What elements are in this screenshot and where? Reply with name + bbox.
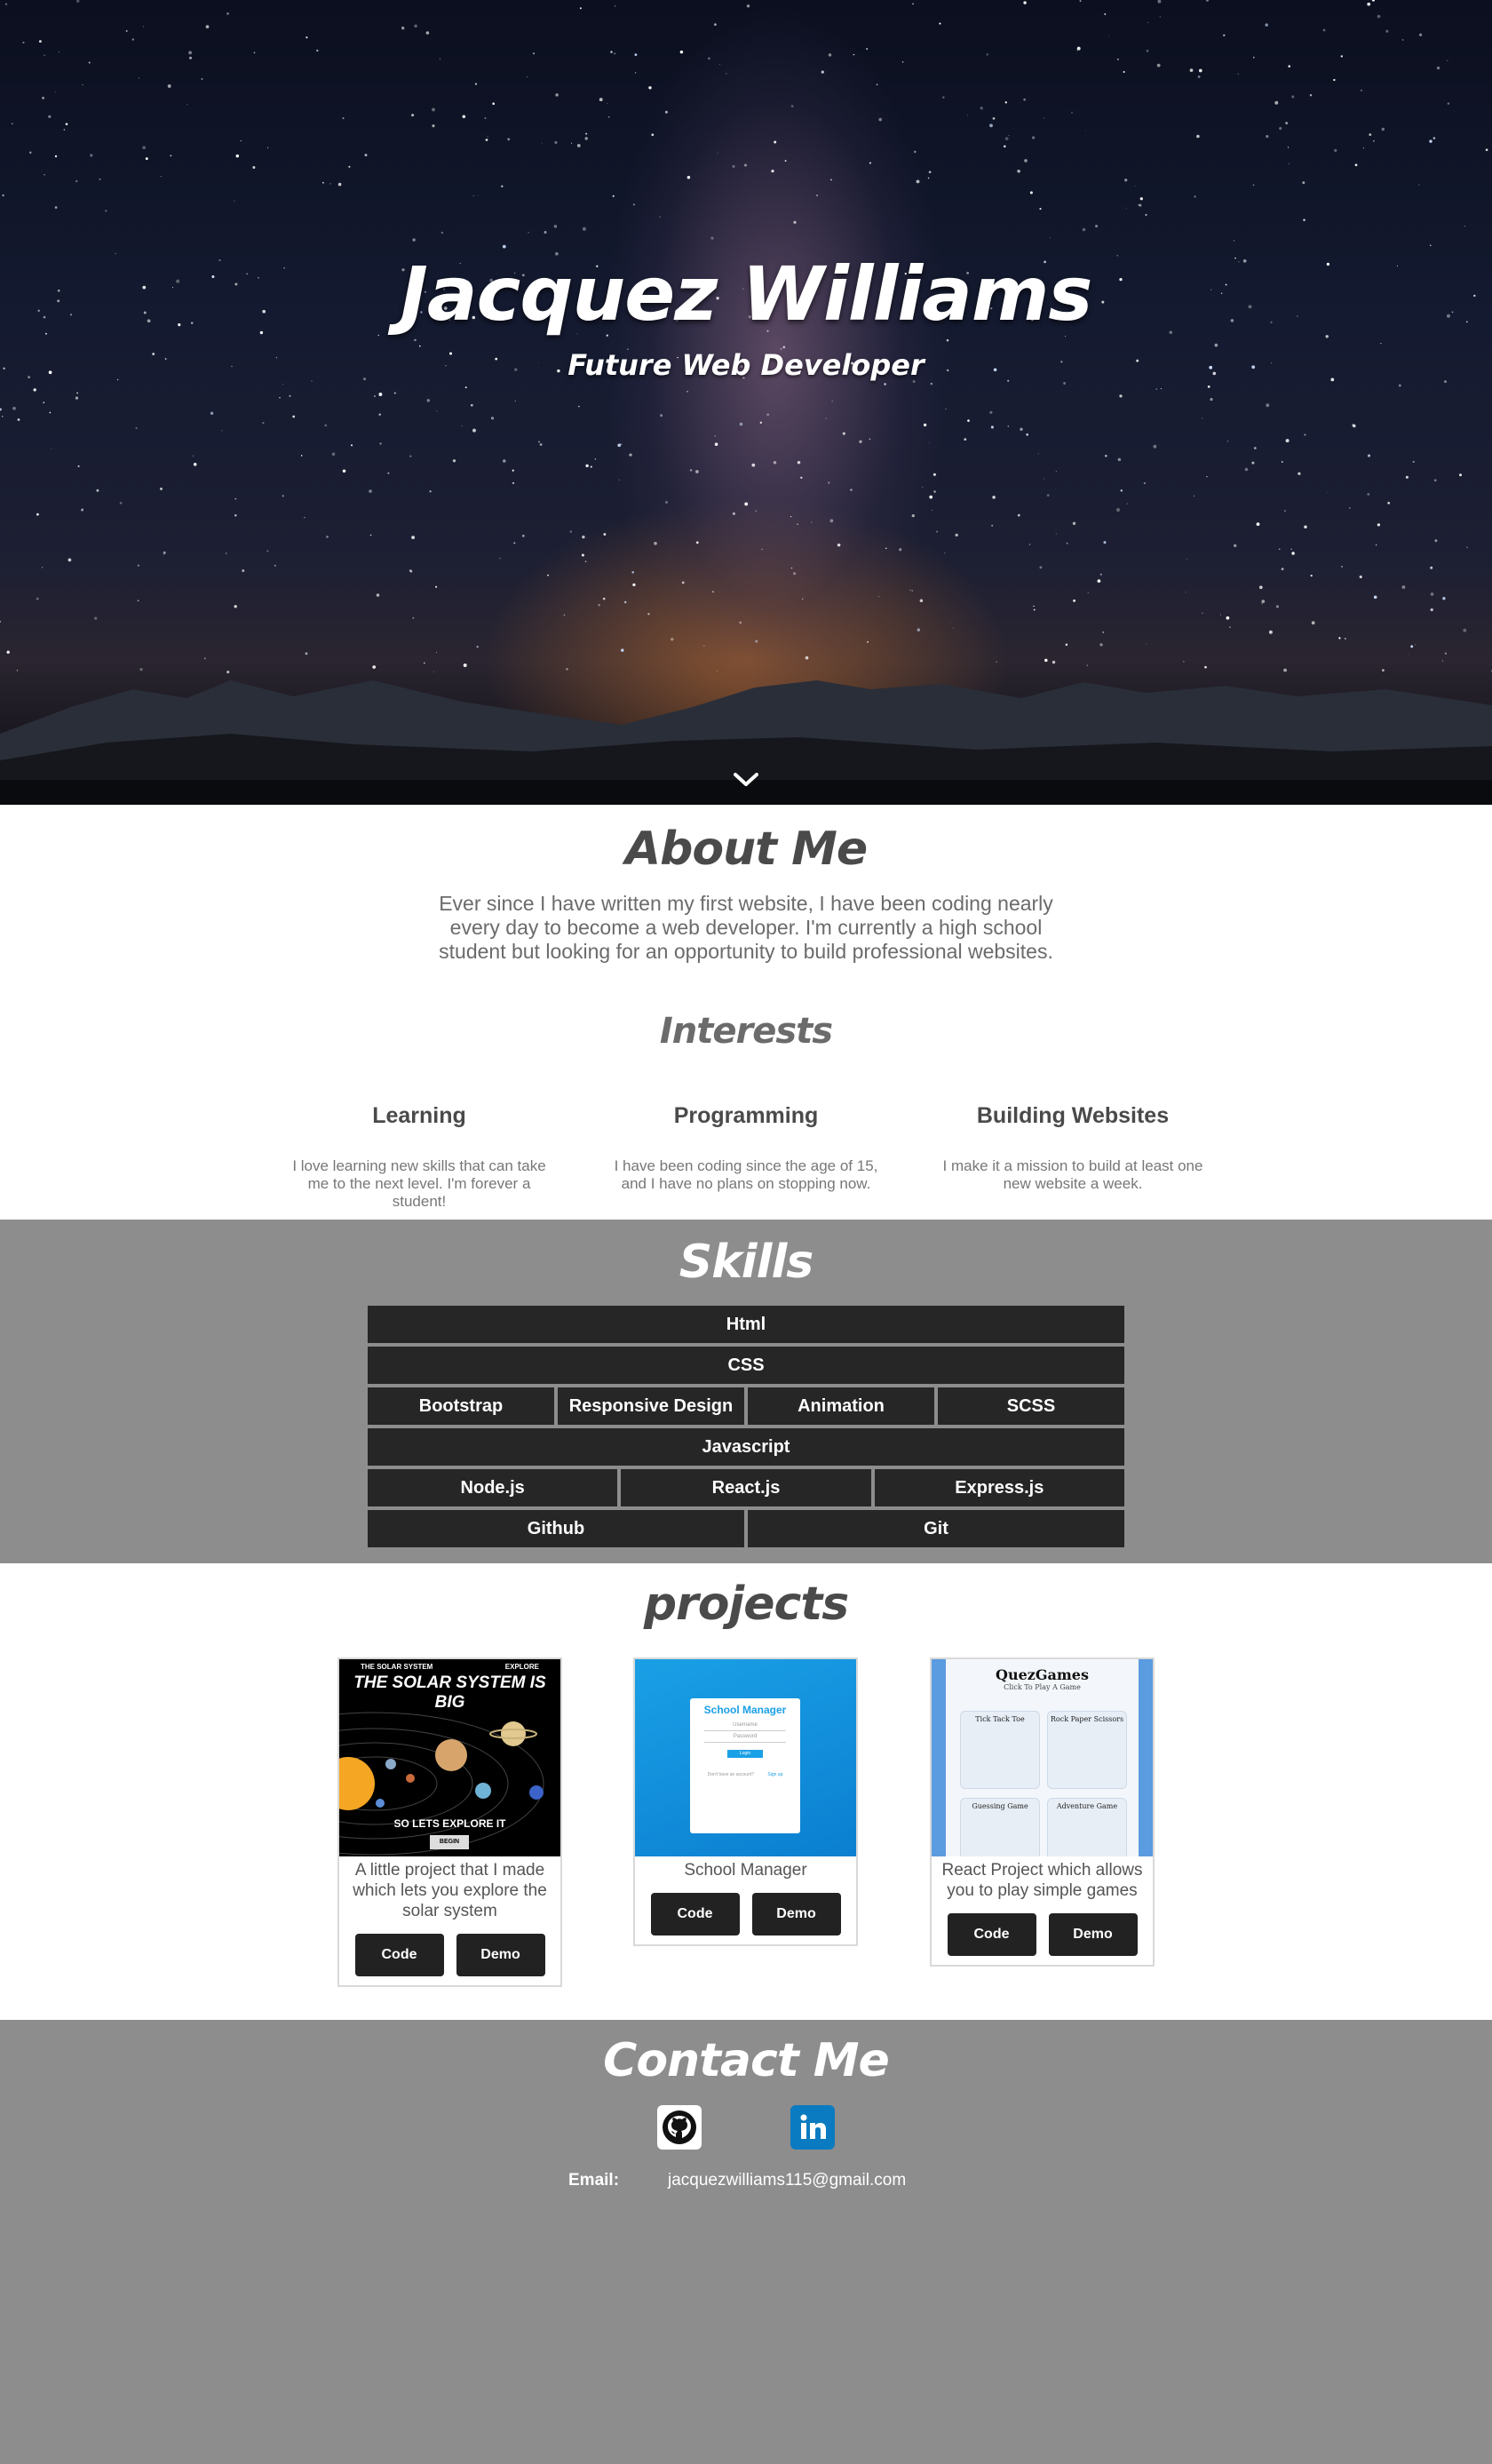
about-section: About Me Ever since I have written my fi…	[0, 805, 1492, 1220]
solar-label-left: THE SOLAR SYSTEM	[361, 1663, 433, 1671]
skill-css: CSS	[368, 1347, 1124, 1384]
solar-begin-button: BEGIN	[430, 1835, 469, 1849]
solar-label-right: EXPLORE	[504, 1663, 539, 1671]
school-manager-title: School Manager	[703, 1704, 787, 1716]
skill-reactjs: React.js	[621, 1469, 871, 1506]
chevron-down-icon[interactable]	[730, 769, 762, 791]
contact-heading: Contact Me	[603, 2034, 890, 2087]
skill-animation: Animation	[748, 1387, 934, 1425]
signup-link: Sign up	[767, 1772, 783, 1777]
interest-title: Programming	[673, 1103, 819, 1128]
hero-subtitle: Future Web Developer	[567, 348, 925, 382]
contact-section: Contact Me Email: jacquezwilliams115@gma…	[0, 2020, 1492, 2464]
project-buttons: Code Demo	[635, 1880, 856, 1944]
code-button[interactable]: Code	[354, 1934, 444, 1976]
project-card-school-manager: School Manager Username Password Login D…	[633, 1657, 858, 1946]
skill-expressjs: Express.js	[874, 1469, 1124, 1506]
demo-button[interactable]: Demo	[456, 1934, 545, 1976]
skill-bootstrap: Bootstrap	[368, 1387, 554, 1425]
projects-section: projects THE SOLAR SYSTEM EXPLORE THE SO…	[0, 1563, 1492, 2020]
game-tile: Rock Paper Scissors	[1047, 1711, 1127, 1789]
linkedin-icon[interactable]	[790, 2105, 835, 2150]
demo-button[interactable]: Demo	[751, 1893, 841, 1935]
quezgames-title: QuezGames	[996, 1666, 1089, 1683]
skill-github: Github	[368, 1510, 744, 1547]
game-tile: Adventure Game	[1047, 1798, 1127, 1856]
skill-row: Javascript	[368, 1428, 1124, 1466]
project-buttons: Code Demo	[932, 1901, 1153, 1965]
skill-javascript: Javascript	[368, 1428, 1124, 1466]
game-tile: Guessing Game	[960, 1798, 1040, 1856]
skill-row: Bootstrap Responsive Design Animation SC…	[368, 1387, 1124, 1425]
about-heading: About Me	[624, 823, 868, 876]
skill-scss: SCSS	[938, 1387, 1124, 1425]
email-link[interactable]: jacquezwilliams115@gmail.com	[668, 2171, 906, 2190]
code-button[interactable]: Code	[947, 1913, 1036, 1956]
project-description: School Manager	[684, 1861, 807, 1880]
skills-section: Skills Html CSS Bootstrap Responsive Des…	[0, 1220, 1492, 1563]
interest-learning: Learning I love learning new skills that…	[277, 1103, 561, 1211]
project-image-solar-system[interactable]: THE SOLAR SYSTEM EXPLORE THE SOLAR SYSTE…	[339, 1659, 560, 1856]
project-card-solar-system: THE SOLAR SYSTEM EXPLORE THE SOLAR SYSTE…	[337, 1657, 562, 1987]
quezgames-subtitle: Click To Play A Game	[1004, 1683, 1081, 1691]
about-text: Ever since I have written my first websi…	[439, 892, 1053, 963]
project-buttons: Code Demo	[339, 1921, 560, 1985]
signup-footer: Don't have an account? Sign up	[690, 1772, 800, 1777]
password-label: Password	[733, 1734, 758, 1739]
interest-title: Building Websites	[976, 1103, 1170, 1128]
signup-prompt: Don't have an account?	[707, 1772, 755, 1777]
skill-git: Git	[748, 1510, 1124, 1547]
interest-text: I love learning new skills that can take…	[292, 1157, 546, 1210]
hero-title: Jacquez Williams	[400, 250, 1093, 338]
demo-button[interactable]: Demo	[1048, 1913, 1138, 1956]
project-description: React Project which allows you to play s…	[941, 1861, 1143, 1900]
solar-tagline: SO LETS EXPLORE IT	[393, 1817, 506, 1830]
login-label: Login	[739, 1751, 751, 1756]
interest-title: Learning	[372, 1103, 466, 1128]
project-image-school-manager[interactable]: School Manager Username Password Login D…	[635, 1659, 856, 1856]
solar-headline: THE SOLAR SYSTEM IS BIG	[353, 1673, 546, 1712]
skill-row: Html	[368, 1306, 1124, 1343]
login-panel-preview: School Manager Username Password Login D…	[690, 1698, 800, 1833]
skill-nodejs: Node.js	[368, 1469, 618, 1506]
interest-text: I have been coding since the age of 15, …	[614, 1157, 878, 1192]
skill-row: CSS	[368, 1347, 1124, 1384]
project-card-quezgames: QuezGames Click To Play A Game Tick Tack…	[930, 1657, 1155, 1967]
code-button[interactable]: Code	[650, 1893, 740, 1935]
game-tile: Tick Tack Toe	[960, 1711, 1040, 1789]
quezgames-preview: QuezGames Click To Play A Game Tick Tack…	[946, 1659, 1139, 1856]
skills-heading: Skills	[679, 1236, 813, 1289]
hero-section: Jacquez Williams Future Web Developer	[0, 0, 1492, 805]
skill-row: Github Git	[368, 1510, 1124, 1547]
username-label: Username	[733, 1722, 758, 1728]
project-description: A little project that I made which lets …	[353, 1861, 547, 1920]
skill-row: Node.js React.js Express.js	[368, 1469, 1124, 1506]
login-button-preview: Login	[727, 1750, 763, 1758]
skill-html: Html	[368, 1306, 1124, 1343]
projects-heading: projects	[643, 1578, 849, 1631]
project-image-quezgames[interactable]: QuezGames Click To Play A Game Tick Tack…	[932, 1659, 1153, 1856]
interest-programming: Programming I have been coding since the…	[604, 1103, 888, 1193]
email-label: Email:	[568, 2171, 620, 2190]
interest-building-websites: Building Websites I make it a mission to…	[931, 1103, 1215, 1193]
skill-responsive-design: Responsive Design	[558, 1387, 744, 1425]
interests-heading: Interests	[659, 1011, 833, 1052]
interest-text: I make it a mission to build at least on…	[942, 1157, 1203, 1192]
github-icon[interactable]	[657, 2105, 702, 2150]
